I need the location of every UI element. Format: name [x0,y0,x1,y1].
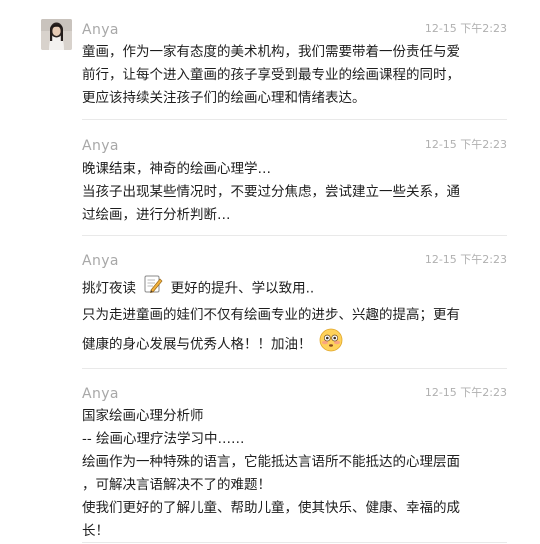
message-line: 晚课结束，神奇的绘画心理学… [82,161,271,177]
message-time: 12-15 下午2:23 [424,386,507,399]
message-line: 只为走进童画的娃们不仅有绘画专业的进步、兴趣的提高；更有 [82,307,460,323]
message-line: 更应该持续关注孩子们的绘画心理和情绪表达。 [82,90,366,106]
memo-emoji-icon [143,274,163,303]
message-line: 童画，作为一家有态度的美术机构，我们需要带着一份责任与爱 [82,44,460,60]
message-line: 使我们更好的了解儿童、帮助儿童，使其快乐、健康、幸福的成 [82,500,460,516]
message-line: 健康的身心发展与优秀人格！！加油！ [82,328,512,361]
message-line: 国家绘画心理分析师 [82,408,204,424]
message-divider [82,235,507,236]
message-line: 挑灯夜读 更好的提升、学以致用.. [82,274,512,303]
message-line: ，可解决言语解决不了的难题！ [82,477,271,493]
message-2: Anya 12-15 下午2:23 晚课结束，神奇的绘画心理学… 当孩子出现某些… [82,137,507,237]
sender-name: Anya [82,253,119,269]
avatar-image [41,19,72,50]
message-3: Anya 12-15 下午2:23 挑灯夜读 更好的提升、学以致用.. 只为走进… [82,252,507,367]
message-divider [82,368,507,369]
message-line: 前行，让每个进入童画的孩子享受到最专业的绘画课程的同时， [82,67,460,83]
sender-name: Anya [82,22,119,38]
message-time: 12-15 下午2:23 [424,253,507,266]
sender-name: Anya [82,386,119,402]
message-line: 绘画作为一种特殊的语言，它能抵达言语所不能抵达的心理层面 [82,454,460,470]
message-fragment: 挑灯夜读 [82,280,136,297]
message-text: 晚课结束，神奇的绘画心理学… 当孩子出现某些情况时，不要过分焦虑，尝试建立一些关… [82,158,512,227]
message-1: Anya 12-15 下午2:23 童画，作为一家有态度的美术机构，我们需要带着… [82,21,507,121]
message-text: 童画，作为一家有态度的美术机构，我们需要带着一份责任与爱 前行，让每个进入童画的… [82,41,512,110]
message-line: 当孩子出现某些情况时，不要过分焦虑，尝试建立一些关系，通 [82,184,460,200]
message-time: 12-15 下午2:23 [424,22,507,35]
message-divider [82,542,507,543]
message-text: 国家绘画心理分析师 -- 绘画心理疗法学习中…… 绘画作为一种特殊的语言，它能抵… [82,405,512,543]
message-fragment: 更好的提升、学以致用.. [170,280,315,297]
message-4: Anya 12-15 下午2:23 国家绘画心理分析师 -- 绘画心理疗法学习中… [82,385,507,539]
message-text: 挑灯夜读 更好的提升、学以致用.. 只为走进童画的娃们不仅有绘画专业的进步、兴趣… [82,274,512,361]
message-time: 12-15 下午2:23 [424,138,507,151]
sender-name: Anya [82,138,119,154]
message-line: 过绘画，进行分析判断… [82,207,231,223]
message-line: 长！ [82,523,109,539]
sender-avatar[interactable] [41,19,72,50]
flushed-face-emoji-icon [319,328,343,361]
message-fragment: 健康的身心发展与优秀人格！！加油！ [82,336,312,353]
message-divider [82,119,507,120]
chat-history: Anya 12-15 下午2:23 童画，作为一家有态度的美术机构，我们需要带着… [0,0,540,544]
message-line: -- 绘画心理疗法学习中…… [82,431,245,447]
